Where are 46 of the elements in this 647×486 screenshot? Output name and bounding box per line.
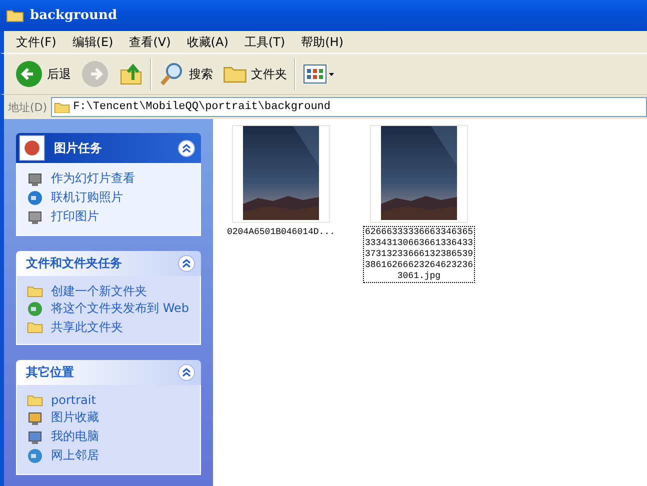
menu-item[interactable]: 收藏(A) — [178, 34, 236, 50]
task-link[interactable]: 创建一个新文件夹 — [27, 284, 190, 298]
pane-header[interactable]: 其它位置 — [16, 360, 201, 385]
collapse-icon[interactable] — [178, 255, 195, 272]
thumbnail[interactable] — [232, 125, 330, 223]
task-link[interactable]: 打印图片 — [27, 209, 190, 225]
task-link[interactable]: 图片收藏 — [27, 410, 190, 426]
picture-frame-icon — [18, 134, 46, 162]
shared-folder-icon — [27, 320, 43, 334]
search-button[interactable]: 搜索 — [156, 59, 216, 89]
menu-item[interactable]: 帮助(H) — [293, 34, 352, 50]
task-link[interactable]: 联机订购照片 — [27, 190, 190, 206]
folders-button[interactable]: 文件夹 — [220, 62, 290, 86]
menu-item[interactable]: 工具(T) — [236, 34, 294, 50]
task-link[interactable]: 我的电脑 — [27, 429, 190, 445]
folder-icon — [27, 393, 43, 407]
pane-title: 文件和文件夹任务 — [26, 255, 122, 272]
collapse-icon[interactable] — [178, 140, 195, 156]
pane-title: 图片任务 — [54, 140, 102, 156]
task-link[interactable]: 网上邻居 — [27, 448, 190, 464]
file-name: 626663333366633463653334313066366133643337313233666132386539386162666232646232363061.jpg — [362, 226, 475, 283]
computer-icon — [27, 429, 43, 445]
address-field[interactable]: F:\Tencent\MobileQQ\portrait\background — [51, 97, 647, 117]
address-label: 地址(D) — [8, 100, 48, 114]
folder-icon — [223, 64, 247, 84]
menu-item[interactable]: 查看(V) — [121, 34, 179, 50]
pane-header[interactable]: 图片任务 — [16, 133, 201, 163]
new-folder-icon — [27, 284, 43, 298]
folder-icon — [54, 100, 70, 114]
folder-up-icon — [119, 62, 143, 86]
thumbnail[interactable] — [370, 125, 468, 223]
view-grid-icon — [303, 63, 335, 85]
menu-item[interactable]: 编辑(E) — [64, 34, 122, 50]
file-name: 0204A6501B046014D... — [226, 226, 336, 239]
window-title: background — [30, 8, 118, 23]
back-button[interactable]: 后退 — [12, 58, 74, 90]
search-icon — [159, 61, 185, 87]
collapse-icon[interactable] — [178, 364, 195, 381]
task-link[interactable]: 作为幻灯片查看 — [27, 171, 190, 187]
menu-item[interactable]: 文件(F) — [8, 34, 64, 50]
task-link[interactable]: 共享此文件夹 — [27, 320, 190, 334]
task-link[interactable]: 将这个文件夹发布到 Web — [27, 301, 190, 317]
pane-header[interactable]: 文件和文件夹任务 — [16, 251, 201, 276]
pane-title: 其它位置 — [26, 364, 74, 381]
folder-icon — [6, 8, 24, 23]
task-link[interactable]: portrait — [27, 393, 190, 407]
